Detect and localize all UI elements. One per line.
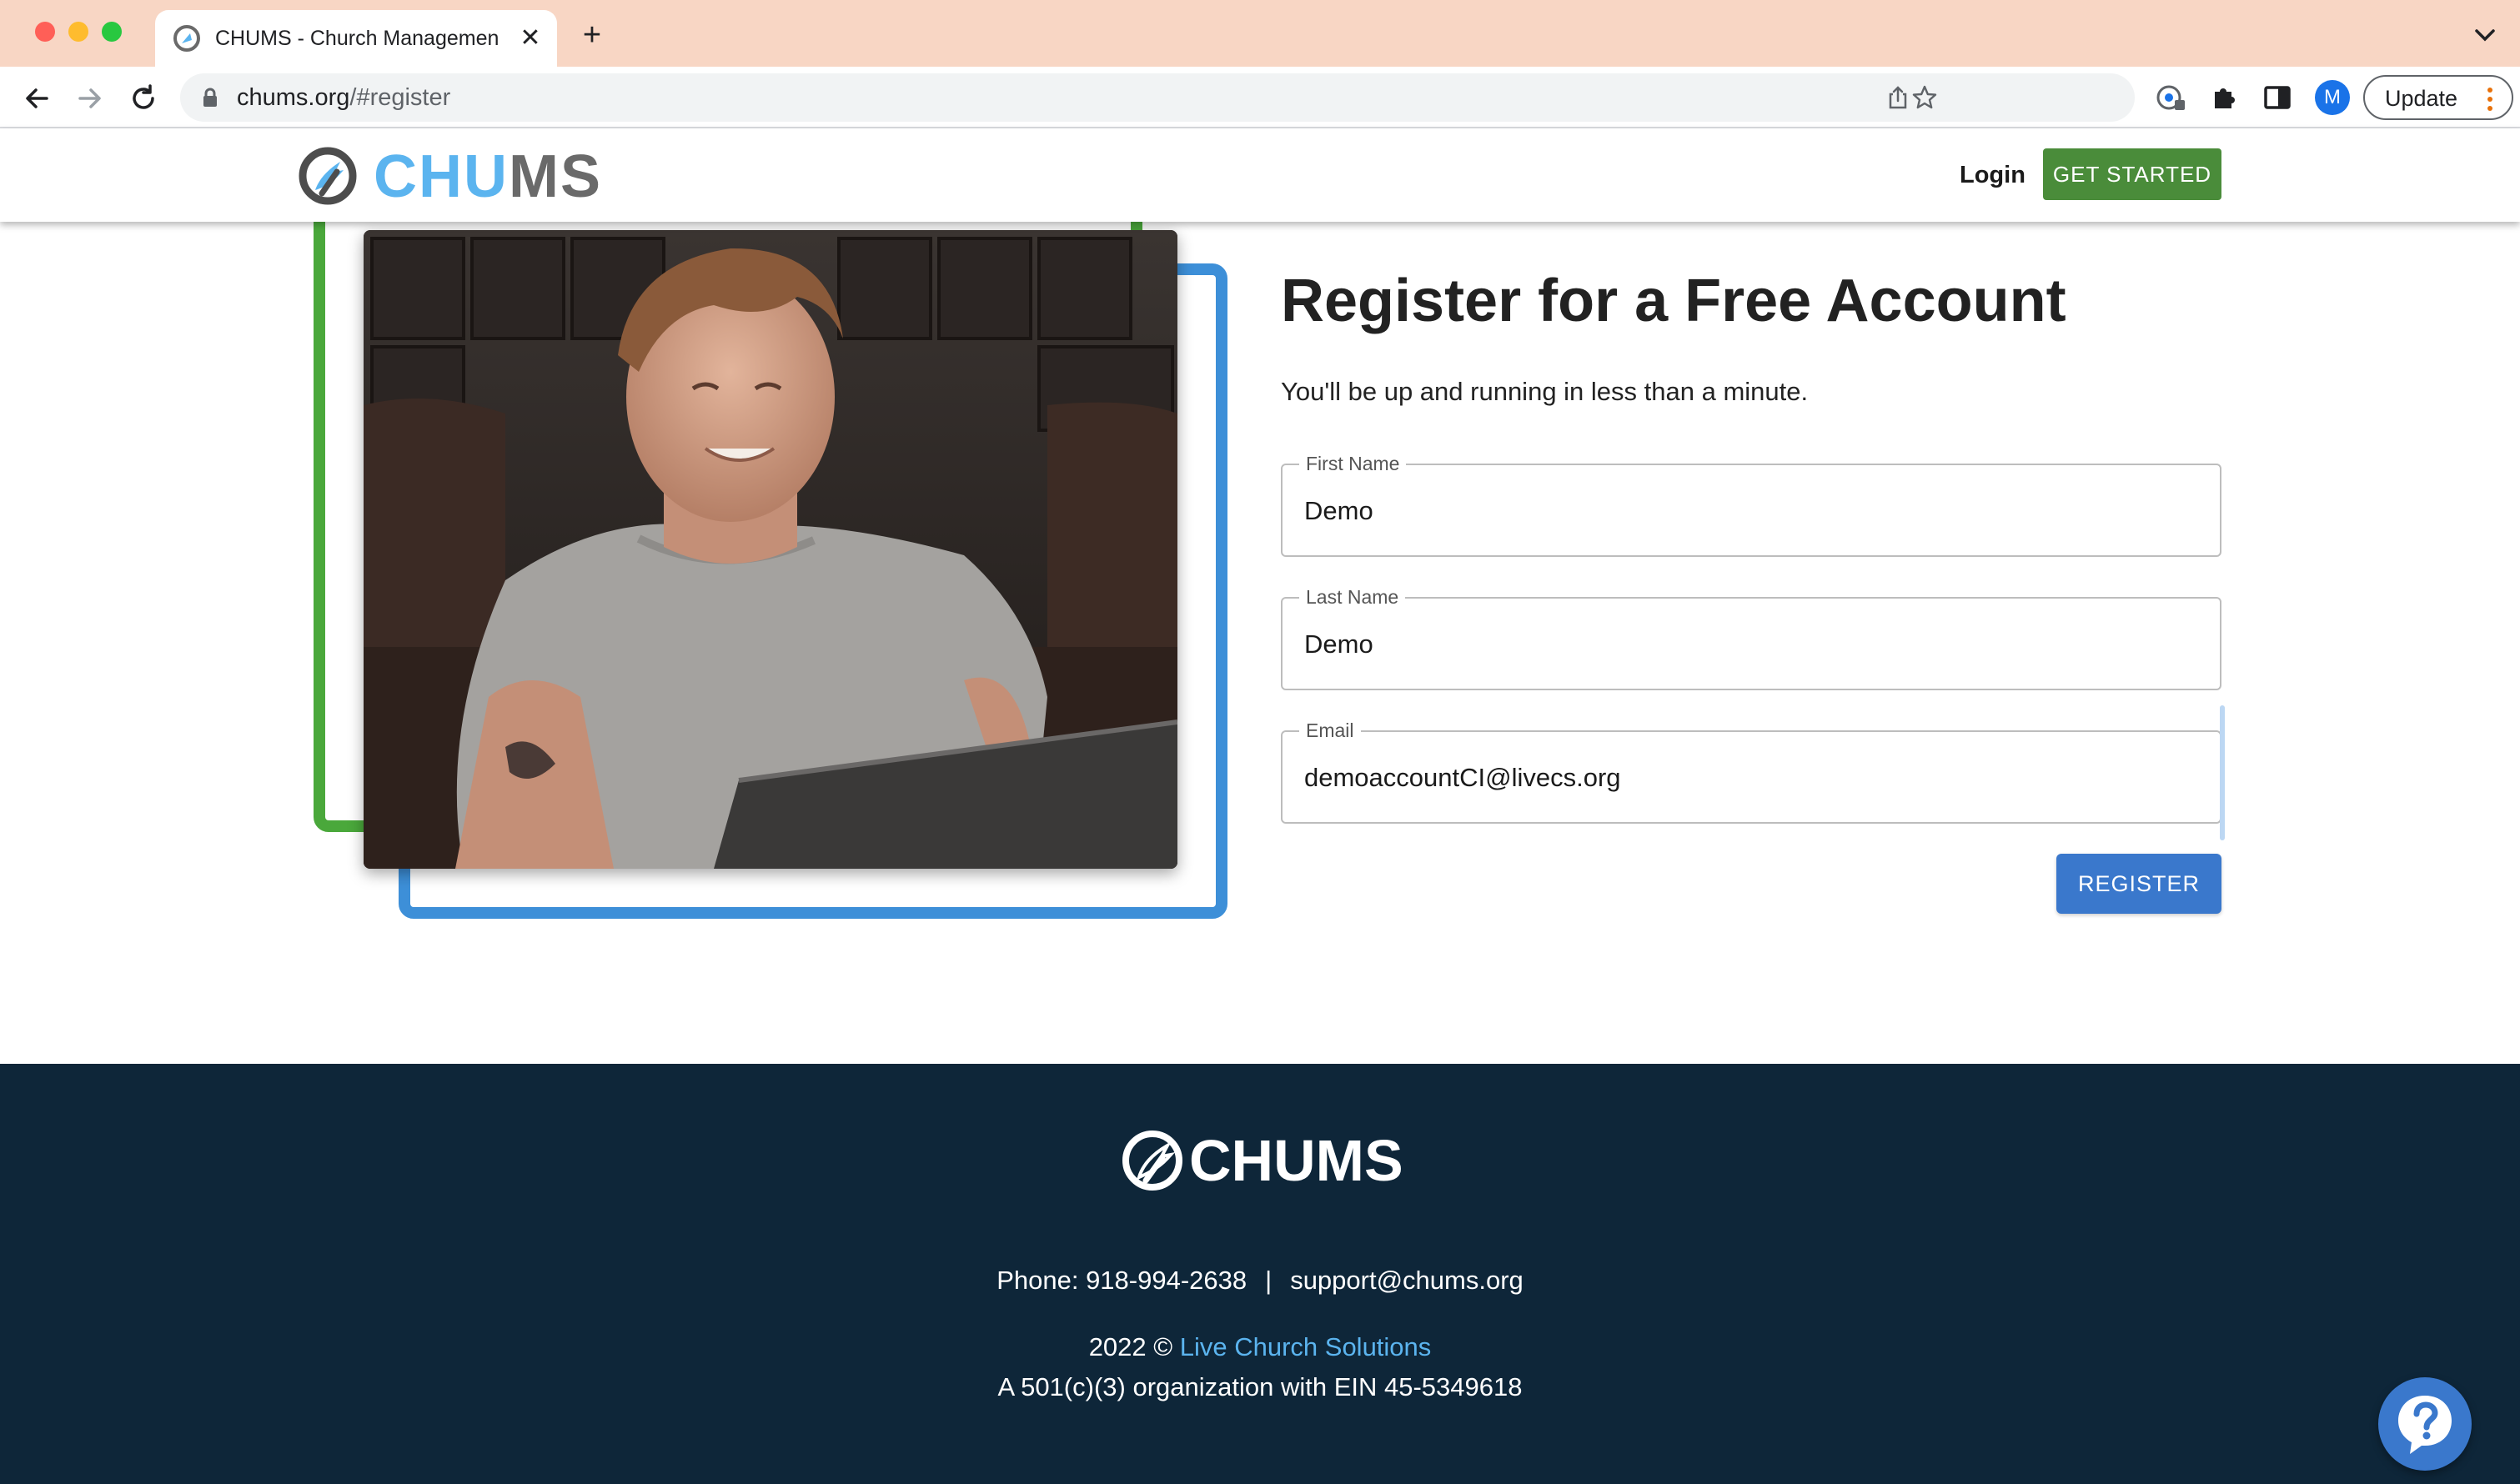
- footer-separator: |: [1265, 1266, 1273, 1295]
- tab-title: CHUMS - Church Management: [215, 27, 499, 50]
- hero-photo-man-with-laptop: [364, 230, 1177, 869]
- email-field[interactable]: Email: [1281, 719, 2221, 824]
- footer-ein: A 501(c)(3) organization with EIN 45-534…: [997, 1372, 1523, 1401]
- site-header: CHUMS Login GET STARTED: [0, 128, 2520, 222]
- reload-icon[interactable]: [127, 82, 160, 115]
- browser-tab-chums[interactable]: CHUMS - Church Management ✕: [155, 10, 557, 67]
- first-name-field[interactable]: First Name: [1281, 452, 2221, 557]
- footer-copyright: 2022 © Live Church Solutions: [0, 1331, 2520, 1364]
- login-link[interactable]: Login: [1960, 160, 2026, 190]
- logo-text-part2: MS: [509, 143, 602, 210]
- last-name-input[interactable]: [1304, 625, 2188, 664]
- password-key-icon[interactable]: [2155, 82, 2186, 113]
- chums-favicon-icon: [173, 25, 200, 52]
- page-subtitle: You'll be up and running in less than a …: [1281, 377, 1809, 406]
- url-text[interactable]: chums.org/#register: [237, 82, 450, 113]
- browser-toolbar: chums.org/#register M Update: [0, 67, 2520, 128]
- email-input[interactable]: [1304, 759, 2188, 797]
- help-question-icon: [2398, 1396, 2452, 1454]
- footer-phone: Phone: 918-994-2638: [996, 1266, 1247, 1295]
- chevron-down-icon[interactable]: [2470, 20, 2500, 50]
- update-label: Update: [2385, 86, 2458, 111]
- footer-logo-text: CHUMS: [1189, 1128, 1403, 1193]
- logo-text-part1: CHU: [374, 143, 509, 210]
- close-window-button[interactable]: [35, 22, 55, 42]
- puzzle-extension-icon[interactable]: [2208, 82, 2240, 113]
- url-domain: chums.org: [237, 84, 350, 111]
- get-started-button[interactable]: GET STARTED: [2043, 148, 2221, 200]
- kebab-menu-icon[interactable]: [2487, 87, 2493, 112]
- footer-contact: Phone: 918-994-2638 | support@chums.org: [0, 1264, 2520, 1297]
- url-path: /#register: [349, 84, 451, 111]
- register-section: Register for a Free Account You'll be up…: [0, 205, 2520, 1064]
- live-church-solutions-link[interactable]: Live Church Solutions: [1180, 1332, 1432, 1361]
- last-name-field[interactable]: Last Name: [1281, 585, 2221, 690]
- first-name-input[interactable]: [1304, 492, 2188, 530]
- email-label: Email: [1299, 719, 1361, 742]
- back-arrow-icon[interactable]: [20, 82, 53, 115]
- footer-chums-logo[interactable]: CHUMS: [1121, 1127, 1404, 1194]
- scroll-indicator: [2220, 705, 2225, 840]
- tab-close-icon[interactable]: ✕: [515, 23, 545, 53]
- hero-photo-illustration: [364, 230, 1177, 869]
- page-title: Register for a Free Account: [1281, 268, 2066, 334]
- address-bar[interactable]: chums.org/#register: [180, 73, 2135, 122]
- site-footer: CHUMS Phone: 918-994-2638 | support@chums.…: [0, 1064, 2520, 1484]
- lock-icon[interactable]: [202, 88, 218, 108]
- forward-arrow-icon[interactable]: [73, 82, 107, 115]
- side-panel-icon[interactable]: [2261, 82, 2293, 113]
- register-button[interactable]: REGISTER: [2056, 854, 2221, 914]
- star-icon[interactable]: [1911, 84, 1938, 111]
- update-button[interactable]: Update: [2363, 75, 2513, 120]
- zoom-window-button[interactable]: [102, 22, 122, 42]
- new-tab-button[interactable]: +: [575, 18, 609, 52]
- chums-logo-mark-icon: [299, 147, 357, 205]
- minimize-window-button[interactable]: [68, 22, 88, 42]
- footer-email-link[interactable]: support@chums.org: [1290, 1266, 1524, 1295]
- browser-tabstrip: CHUMS - Church Management ✕ +: [0, 0, 2520, 67]
- chums-logo-text: CHUMS: [374, 145, 602, 208]
- profile-avatar[interactable]: M: [2315, 80, 2350, 115]
- footer-logo-mark-icon: [1122, 1131, 1182, 1191]
- footer-copyright-prefix: 2022 ©: [1088, 1332, 1173, 1361]
- first-name-label: First Name: [1299, 452, 1407, 475]
- share-icon[interactable]: [1885, 84, 1911, 111]
- last-name-label: Last Name: [1299, 585, 1406, 609]
- help-chat-button[interactable]: [2378, 1377, 2472, 1471]
